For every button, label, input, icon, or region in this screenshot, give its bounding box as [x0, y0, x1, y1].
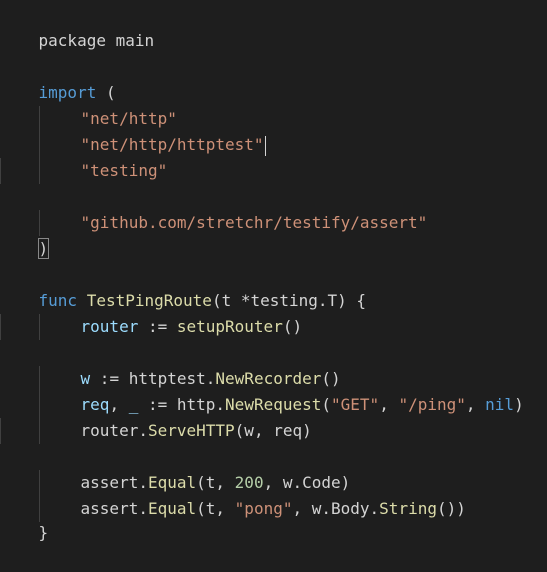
code-editor[interactable]: package main import ( "net/http" "net/ht…: [0, 0, 547, 542]
code-line[interactable]: w := httptest.NewRecorder(): [0, 340, 547, 392]
code-line[interactable]: [0, 236, 547, 262]
code-line[interactable]: router.ServeHTTP(w, req): [0, 392, 547, 444]
code-token: }: [38, 523, 49, 542]
code-line[interactable]: "testing": [0, 132, 547, 184]
code-line[interactable]: "github.com/stretchr/testify/assert": [0, 184, 547, 236]
code-line[interactable]: [0, 28, 547, 54]
code-line[interactable]: [0, 418, 547, 444]
code-line[interactable]: "net/http": [0, 80, 547, 132]
code-line[interactable]: [0, 158, 547, 184]
code-line[interactable]: package main: [0, 2, 547, 50]
code-line[interactable]: }: [0, 494, 547, 542]
code-line[interactable]: import (: [0, 54, 547, 102]
code-line[interactable]: router := setupRouter(): [0, 288, 547, 340]
code-line[interactable]: "net/http/httptest": [0, 106, 547, 158]
code-line[interactable]: assert.Equal(t, 200, w.Code): [0, 444, 547, 496]
code-line[interactable]: req, _ := http.NewRequest("GET", "/ping"…: [0, 366, 547, 418]
code-line[interactable]: [0, 314, 547, 340]
code-line[interactable]: func TestPingRoute(t *testing.T) {: [0, 262, 547, 310]
code-line[interactable]: ): [0, 210, 547, 259]
code-line[interactable]: assert.Equal(t, "pong", w.Body.String()): [0, 470, 547, 522]
